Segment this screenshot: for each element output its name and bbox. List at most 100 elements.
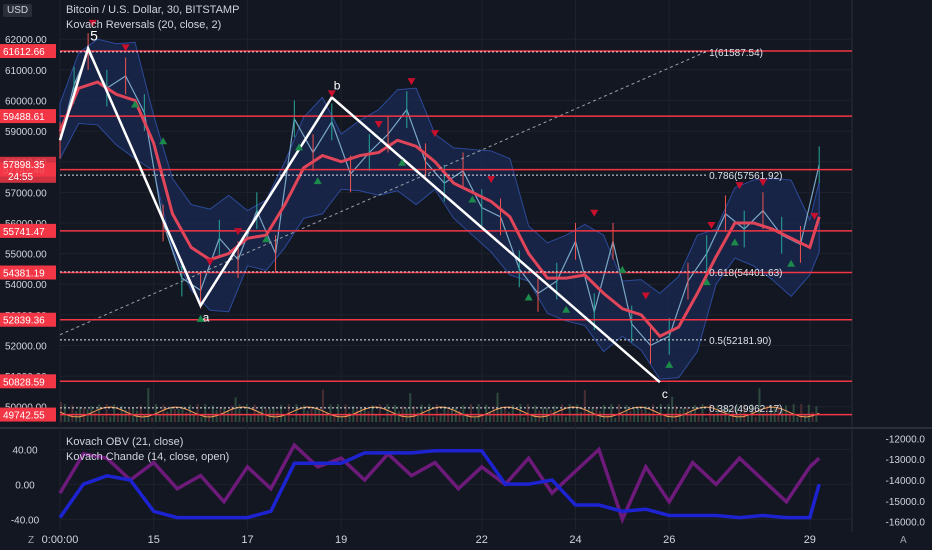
- sell-signal-marker: [327, 90, 336, 98]
- volume-bar: [333, 416, 336, 422]
- volume-bar: [318, 409, 321, 422]
- volume-bar: [583, 390, 586, 422]
- x-tick-label: 17: [241, 534, 253, 546]
- symbol-title: Bitcoin / U.S. Dollar, 30, BITSTAMP: [66, 4, 240, 16]
- volume-bar: [564, 416, 567, 422]
- volume-bar: [177, 408, 180, 422]
- volume-bar: [283, 414, 286, 422]
- osc-right-tick: -16000.0: [886, 518, 926, 529]
- buy-signal-marker: [524, 293, 533, 301]
- fib-label: 0.618(54401.63): [709, 268, 782, 279]
- volume-bar: [166, 411, 169, 422]
- osc-right-tick: -13000.0: [886, 455, 926, 466]
- volume-bar: [196, 404, 199, 422]
- volume-bar: [356, 409, 359, 422]
- volume-bar: [747, 415, 750, 422]
- y-tick-label: 55000.00: [5, 250, 47, 261]
- x-tick-label: 15: [148, 534, 160, 546]
- volume-bar: [378, 404, 381, 422]
- auto-scale-icon: A: [900, 535, 907, 546]
- volume-bar: [185, 411, 188, 422]
- volume-bar: [807, 404, 810, 422]
- volume-bar: [610, 404, 613, 422]
- volume-bar: [800, 404, 803, 422]
- volume-bar: [549, 409, 552, 422]
- level-label: 54381.19: [3, 269, 45, 280]
- level-label: 61612.66: [3, 47, 45, 58]
- volume-bar: [640, 409, 643, 422]
- volume-bar: [488, 411, 491, 422]
- oscillator-title-chande: Kovach Chande (14, close, open): [66, 451, 230, 463]
- volume-bar: [652, 404, 655, 422]
- volume-bar: [234, 397, 237, 422]
- volume-bar: [109, 416, 112, 422]
- volume-bar: [151, 417, 154, 422]
- volume-bar: [671, 396, 674, 422]
- volume-bar: [621, 414, 624, 422]
- oscillator-title-obv: Kovach OBV (21, close): [66, 436, 184, 448]
- volume-bar: [63, 404, 66, 422]
- fib-label: 0.786(57561.92): [709, 171, 782, 182]
- fib-label: 0.382(49962.17): [709, 404, 782, 415]
- sell-signal-marker: [590, 209, 599, 217]
- volume-bar: [568, 404, 571, 422]
- x-tick-label: 19: [335, 534, 347, 546]
- live-price-label: 57898.35: [3, 160, 45, 171]
- volume-bar: [158, 414, 161, 422]
- volume-bar: [469, 404, 472, 422]
- fib-label: 1(61587.54): [709, 48, 763, 59]
- volume-bar: [424, 415, 427, 422]
- y-tick-label: 59000.00: [5, 127, 47, 138]
- volume-bar: [200, 417, 203, 422]
- volume-bar: [291, 417, 294, 422]
- osc-right-tick: -15000.0: [886, 497, 926, 508]
- y-tick-label: 61000.00: [5, 66, 47, 77]
- level-label: 55741.47: [3, 227, 45, 238]
- volume-bar: [253, 404, 256, 422]
- x-tick-label: 0:00:00: [42, 534, 79, 546]
- zoom-icon: Z: [28, 535, 34, 546]
- volume-bar: [515, 415, 518, 422]
- chart-canvas: 50000.0051000.0052000.0053000.0054000.00…: [0, 0, 932, 546]
- volume-bar: [242, 416, 245, 422]
- volume-bar: [428, 404, 431, 422]
- volume-bar: [712, 414, 715, 422]
- volume-bar: [432, 416, 435, 422]
- volume-bar: [344, 404, 347, 422]
- volume-bar: [295, 404, 298, 422]
- x-tick-label: 22: [476, 534, 488, 546]
- volume-bar: [477, 404, 480, 422]
- volume-bar: [705, 417, 708, 422]
- volume-bar: [473, 417, 476, 422]
- volume-bar: [519, 404, 522, 422]
- level-label: 49742.55: [3, 411, 45, 422]
- volume-bar: [481, 415, 484, 422]
- volume-bar: [580, 412, 583, 422]
- volume-bar: [796, 417, 799, 422]
- volume-bar: [204, 404, 207, 422]
- y-tick-label: 57000.00: [5, 188, 47, 199]
- volume-bar: [629, 410, 632, 422]
- wave-label: b: [334, 78, 341, 92]
- currency-badge[interactable]: USD: [3, 4, 33, 17]
- volume-bar: [105, 404, 108, 422]
- osc-right-tick: -14000.0: [886, 476, 926, 487]
- volume-bar: [523, 417, 526, 422]
- volume-bar: [416, 412, 419, 422]
- volume-bar: [667, 404, 670, 422]
- volume-bar: [86, 409, 89, 422]
- x-tick-label: 24: [569, 534, 581, 546]
- volume-bar: [538, 410, 541, 422]
- volume-bar: [390, 414, 393, 422]
- volume-bar: [382, 417, 385, 422]
- volume-bar: [97, 404, 100, 422]
- volume-bar: [599, 411, 602, 422]
- volume-bar: [227, 410, 230, 422]
- volume-bar: [507, 411, 510, 422]
- volume-bar: [246, 404, 249, 422]
- volume-bar: [785, 405, 788, 422]
- osc-left-tick: 0.00: [15, 480, 35, 491]
- sell-signal-marker: [407, 78, 416, 86]
- osc-left-tick: -40.00: [11, 515, 40, 526]
- wave-label: c: [662, 387, 668, 401]
